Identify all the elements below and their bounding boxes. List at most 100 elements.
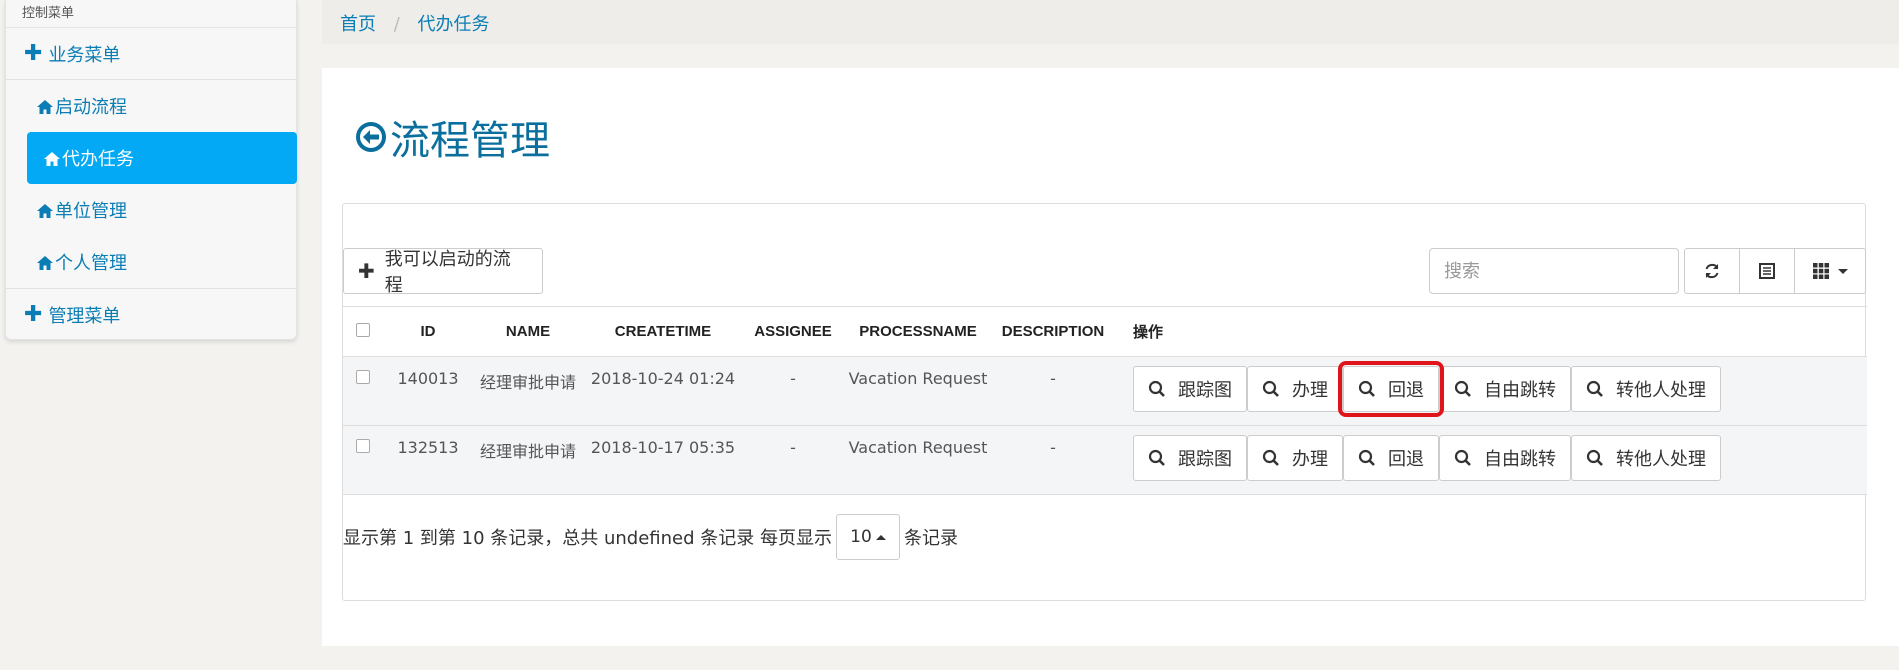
grid-icon xyxy=(1813,263,1829,279)
menu-group-label: 管理菜单 xyxy=(48,305,121,327)
button-label: 办理 xyxy=(1292,449,1328,470)
sidebar-item-unit-management[interactable]: 单位管理 xyxy=(6,184,296,236)
row-checkbox[interactable] xyxy=(356,439,370,453)
sidebar-header: 控制菜单 xyxy=(6,0,296,28)
search-icon xyxy=(1454,449,1471,466)
free-jump-button[interactable]: 自由跳转 xyxy=(1439,366,1571,412)
button-label: 跟踪图 xyxy=(1178,449,1232,470)
caret-down-icon xyxy=(1838,268,1848,274)
plus-icon: ✚ xyxy=(358,259,375,283)
column-header-createtime[interactable]: CREATETIME xyxy=(583,306,743,357)
breadcrumb-current[interactable]: 代办任务 xyxy=(418,14,490,35)
cell-description: - xyxy=(993,356,1113,426)
home-icon xyxy=(36,254,54,270)
cell-assignee: - xyxy=(743,425,843,495)
main-panel: 流程管理 ✚ 我可以启动的流程 搜索 ID NAME CREATETIME AS… xyxy=(322,68,1899,646)
cell-createtime: 2018-10-17 05:35 xyxy=(583,425,743,495)
page-size-value: 10 xyxy=(850,527,872,547)
sidebar-item-personal-management[interactable]: 个人管理 xyxy=(6,236,296,288)
button-label: 回退 xyxy=(1388,449,1424,470)
sidebar-item-todo-tasks[interactable]: 代办任务 xyxy=(27,132,297,184)
table-header-row: ID NAME CREATETIME ASSIGNEE PROCESSNAME … xyxy=(343,306,1867,357)
button-label: 自由跳转 xyxy=(1484,380,1556,401)
home-icon xyxy=(43,150,61,166)
pagination-info: 显示第 1 到第 10 条记录，总共 undefined 条记录 每页显示 xyxy=(343,528,832,549)
table-toolbar xyxy=(1684,248,1866,294)
button-label: 自由跳转 xyxy=(1484,449,1556,470)
list-icon xyxy=(1759,263,1775,279)
caret-up-icon xyxy=(875,534,886,540)
row-checkbox[interactable] xyxy=(356,370,370,384)
sidebar-item-label: 代办任务 xyxy=(62,149,134,170)
sidebar-item-label: 个人管理 xyxy=(55,253,127,274)
button-label: 跟踪图 xyxy=(1178,380,1232,401)
rollback-button[interactable]: 回退 xyxy=(1338,361,1444,417)
start-process-button[interactable]: ✚ 我可以启动的流程 xyxy=(343,248,543,296)
page-title: 流程管理 xyxy=(354,108,550,166)
sidebar-item-label: 启动流程 xyxy=(55,97,127,118)
cell-id: 132513 xyxy=(383,425,473,495)
pagination-suffix: 条记录 xyxy=(903,528,958,549)
button-label: 回退 xyxy=(1388,380,1424,401)
home-icon xyxy=(36,98,54,114)
home-icon xyxy=(36,202,54,218)
menu-group-admin[interactable]: ✚ 管理菜单 xyxy=(6,288,296,340)
columns-dropdown-button[interactable] xyxy=(1794,248,1866,294)
search-icon xyxy=(1148,449,1165,466)
menu-group-business[interactable]: ✚ 业务菜单 xyxy=(6,28,296,80)
search-icon xyxy=(1586,380,1603,397)
page-size-dropdown[interactable]: 10 xyxy=(835,514,900,560)
cell-processname: Vacation Request xyxy=(843,425,993,495)
table-row: 132513 经理审批申请 2018-10-17 05:35 - Vacatio… xyxy=(343,425,1867,495)
transfer-button[interactable]: 转他人处理 xyxy=(1571,366,1721,412)
menu-group-label: 业务菜单 xyxy=(48,44,121,66)
handle-button[interactable]: 办理 xyxy=(1247,435,1343,481)
cell-createtime: 2018-10-24 01:24 xyxy=(583,356,743,426)
sidebar-item-label: 单位管理 xyxy=(55,201,127,222)
button-label: 办理 xyxy=(1292,380,1328,401)
cell-assignee: - xyxy=(743,356,843,426)
column-header-description[interactable]: DESCRIPTION xyxy=(993,306,1113,357)
refresh-icon xyxy=(1705,263,1719,279)
column-header-assignee[interactable]: ASSIGNEE xyxy=(743,306,843,357)
rollback-button[interactable]: 回退 xyxy=(1343,435,1439,481)
search-icon xyxy=(1586,449,1603,466)
select-all-checkbox[interactable] xyxy=(356,322,370,337)
page-title-text: 流程管理 xyxy=(390,118,550,164)
circle-arrow-left-icon xyxy=(356,122,386,152)
search-icon xyxy=(1262,380,1279,397)
refresh-button[interactable] xyxy=(1684,248,1740,294)
cell-actions: 跟踪图 办理 回退 自由跳转 转他人处理 xyxy=(1113,356,1867,426)
transfer-button[interactable]: 转他人处理 xyxy=(1571,435,1721,481)
handle-button[interactable]: 办理 xyxy=(1247,366,1343,412)
column-header-name[interactable]: NAME xyxy=(473,306,583,357)
sidebar-item-start-process[interactable]: 启动流程 xyxy=(6,80,296,132)
task-table: ID NAME CREATETIME ASSIGNEE PROCESSNAME … xyxy=(343,306,1867,495)
trace-diagram-button[interactable]: 跟踪图 xyxy=(1133,435,1247,481)
button-label: 转他人处理 xyxy=(1616,380,1706,401)
pagination: 显示第 1 到第 10 条记录，总共 undefined 条记录 每页显示 10… xyxy=(343,514,958,560)
plus-icon: ✚ xyxy=(24,40,43,66)
plus-icon: ✚ xyxy=(24,301,43,327)
trace-diagram-button[interactable]: 跟踪图 xyxy=(1133,366,1247,412)
free-jump-button[interactable]: 自由跳转 xyxy=(1439,435,1571,481)
search-icon xyxy=(1262,449,1279,466)
cell-id: 140013 xyxy=(383,356,473,426)
breadcrumb-separator: / xyxy=(393,14,400,35)
search-input[interactable] xyxy=(1429,248,1679,294)
start-process-label: 我可以启动的流程 xyxy=(384,249,511,296)
cell-name: 经理审批申请 xyxy=(473,425,583,495)
table-row: 140013 经理审批申请 2018-10-24 01:24 - Vacatio… xyxy=(343,356,1867,426)
toggle-view-button[interactable] xyxy=(1739,248,1795,294)
search-icon xyxy=(1148,380,1165,397)
breadcrumb-home-link[interactable]: 首页 xyxy=(340,14,376,35)
search-icon xyxy=(1358,380,1375,397)
task-table-container: ✚ 我可以启动的流程 搜索 ID NAME CREATETIME ASSIGNE… xyxy=(342,203,1867,601)
column-header-processname[interactable]: PROCESSNAME xyxy=(843,306,993,357)
cell-actions: 跟踪图 办理 回退 自由跳转 转他人处理 xyxy=(1113,425,1867,495)
column-header-id[interactable]: ID xyxy=(383,306,473,357)
button-label: 转他人处理 xyxy=(1616,449,1706,470)
breadcrumb: 首页 / 代办任务 xyxy=(322,0,1899,44)
sidebar: 控制菜单 ✚ 业务菜单 启动流程 代办任务 单位管理 个人管理 ✚ 管理菜单 xyxy=(5,0,297,340)
cell-name: 经理审批申请 xyxy=(473,356,583,426)
